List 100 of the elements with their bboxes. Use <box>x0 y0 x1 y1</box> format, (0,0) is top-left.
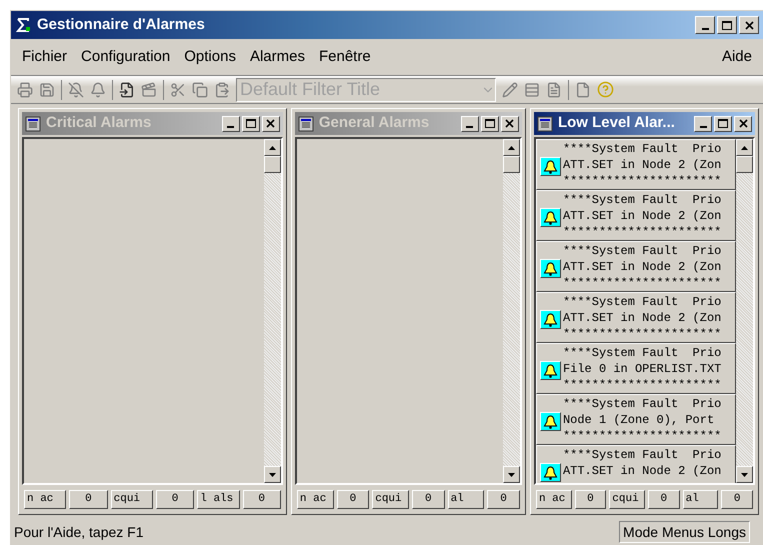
counter-value: 0 <box>336 490 370 508</box>
alarm-text: ****System Fault Prio <box>562 396 722 412</box>
alarm-text: ATT.SET in Node 2 (Zon <box>562 208 722 224</box>
bell-icon <box>540 310 561 329</box>
alarm-text: ATT.SET in Node 2 (Zon <box>562 463 722 479</box>
clapperboard-icon[interactable] <box>141 82 157 98</box>
bell-icon <box>540 463 561 482</box>
scroll-down-button[interactable] <box>736 466 753 483</box>
down-arrow-icon <box>741 472 748 476</box>
minimize-button[interactable] <box>695 16 715 34</box>
counter-label: al <box>448 490 484 508</box>
scroll-down-button[interactable] <box>264 466 281 483</box>
close-icon <box>744 20 754 30</box>
bell-off-icon[interactable] <box>68 82 84 98</box>
scroll-thumb[interactable] <box>736 156 753 173</box>
bell-icon <box>540 208 561 227</box>
alarm-row[interactable]: ****System Fault Prio ATT.SET in Node 2 (Zon ********************** <box>536 190 736 241</box>
close-button[interactable] <box>262 116 280 132</box>
counter-value: 0 <box>574 490 606 508</box>
copy-icon[interactable] <box>192 82 208 98</box>
menu-item[interactable]: Aide <box>714 46 759 68</box>
up-arrow-icon <box>741 146 748 150</box>
child-title-bar[interactable]: Low Level Alar... <box>534 112 755 135</box>
maximize-button[interactable] <box>714 116 732 132</box>
scroll-thumb[interactable] <box>264 156 281 173</box>
alarm-row[interactable]: ****System Fault Prio ATT.SET in Node 2 (Zon ********************** <box>536 292 736 343</box>
alarm-row[interactable]: ****System Fault Prio ATT.SET in Node 2 (Zon ********************** <box>536 241 736 292</box>
scroll-up-button[interactable] <box>264 139 281 156</box>
menu-item[interactable]: Configuration <box>74 46 178 68</box>
window-title: Gestionnaire d'Alarmes <box>37 14 206 35</box>
scrollbar[interactable] <box>264 139 281 483</box>
maximize-button[interactable] <box>717 16 737 34</box>
alarm-text: ********************** <box>562 377 722 393</box>
bell-icon[interactable] <box>90 82 106 98</box>
down-arrow-icon <box>268 472 276 476</box>
window-icon <box>298 116 314 132</box>
alarm-text: ATT.SET in Node 2 (Zon <box>562 310 722 326</box>
alarm-text: ********************** <box>562 428 722 444</box>
counter-value: 0 <box>721 490 753 508</box>
scrollbar[interactable] <box>502 139 520 483</box>
alarm-text: ********************** <box>562 326 722 342</box>
close-button[interactable] <box>500 116 519 132</box>
close-icon <box>266 119 276 128</box>
child-window-title: Low Level Alar... <box>558 113 676 134</box>
minimize-button[interactable] <box>694 116 712 132</box>
counter-label: al <box>682 490 718 508</box>
alarm-row[interactable]: ****System Fault Prio File 0 in OPERLIST.TXT ********************** <box>536 343 736 394</box>
child-window-title: General Alarms <box>318 113 430 134</box>
counter-label: cqui <box>372 490 409 508</box>
list-icon[interactable] <box>524 82 540 98</box>
sigma-icon <box>15 17 31 33</box>
maximize-button[interactable] <box>480 116 499 132</box>
scroll-up-button[interactable] <box>502 139 520 156</box>
alarm-text: Node 1 (Zone 0), Port <box>562 412 716 428</box>
scrollbar[interactable] <box>736 139 753 483</box>
close-button[interactable] <box>734 116 752 132</box>
alarm-text: ****System Fault Prio <box>562 294 722 310</box>
alarm-text: ********************** <box>562 275 722 291</box>
child-window-title: Critical Alarms <box>46 113 152 134</box>
alarm-row[interactable]: ****System Fault Prio ATT.SET in Node 2 (Zon <box>536 445 736 483</box>
down-arrow-icon <box>508 472 515 476</box>
save-icon[interactable] <box>39 82 55 98</box>
maximize-button[interactable] <box>242 116 260 132</box>
menu-item[interactable]: Alarmes <box>242 46 312 68</box>
alarm-text: ****System Fault Prio <box>562 141 722 157</box>
pencil-icon[interactable] <box>502 82 518 98</box>
alarm-row[interactable]: ****System Fault Prio ATT.SET in Node 2 (Zon ********************** <box>536 139 736 190</box>
scroll-down-button[interactable] <box>502 466 520 483</box>
alarm-text: ****System Fault Prio <box>562 447 722 463</box>
counter-value: 0 <box>156 490 194 508</box>
printer-icon[interactable] <box>17 82 33 98</box>
counter-label: n ac <box>296 490 334 508</box>
counter-label: n ac <box>24 490 66 508</box>
bell-icon <box>540 259 561 278</box>
counter-label: cqui <box>110 490 153 508</box>
menu-item[interactable]: Fenêtre <box>312 46 378 68</box>
alarm-text: ****System Fault Prio <box>562 243 722 259</box>
alarm-row[interactable]: ****System Fault Prio Node 1 (Zone 0), Port ********************** <box>536 394 736 445</box>
counter-label: cqui <box>609 490 645 508</box>
page-icon[interactable] <box>575 82 591 98</box>
form-icon[interactable] <box>546 82 562 98</box>
counter-value: 0 <box>69 490 108 508</box>
menu-item[interactable]: Options <box>177 46 243 68</box>
scroll-thumb[interactable] <box>502 156 520 173</box>
counter-label: n ac <box>536 490 572 508</box>
bell-icon <box>540 361 561 380</box>
close-button[interactable] <box>739 16 759 34</box>
window-icon <box>25 116 41 132</box>
alarm-text: ********************** <box>562 224 722 240</box>
bell-icon <box>540 157 561 176</box>
scissors-icon[interactable] <box>170 82 186 98</box>
paste-icon[interactable] <box>214 82 230 98</box>
counter-label: l als <box>197 490 240 508</box>
menu-item[interactable]: Fichier <box>15 46 74 68</box>
alarm-text: ****System Fault Prio <box>562 192 722 208</box>
minimize-button[interactable] <box>460 116 479 132</box>
scroll-up-button[interactable] <box>736 139 753 156</box>
alarm-text: ATT.SET in Node 2 (Zon <box>562 259 722 275</box>
minimize-button[interactable] <box>222 116 240 132</box>
document-arrow-icon[interactable] <box>119 82 135 98</box>
